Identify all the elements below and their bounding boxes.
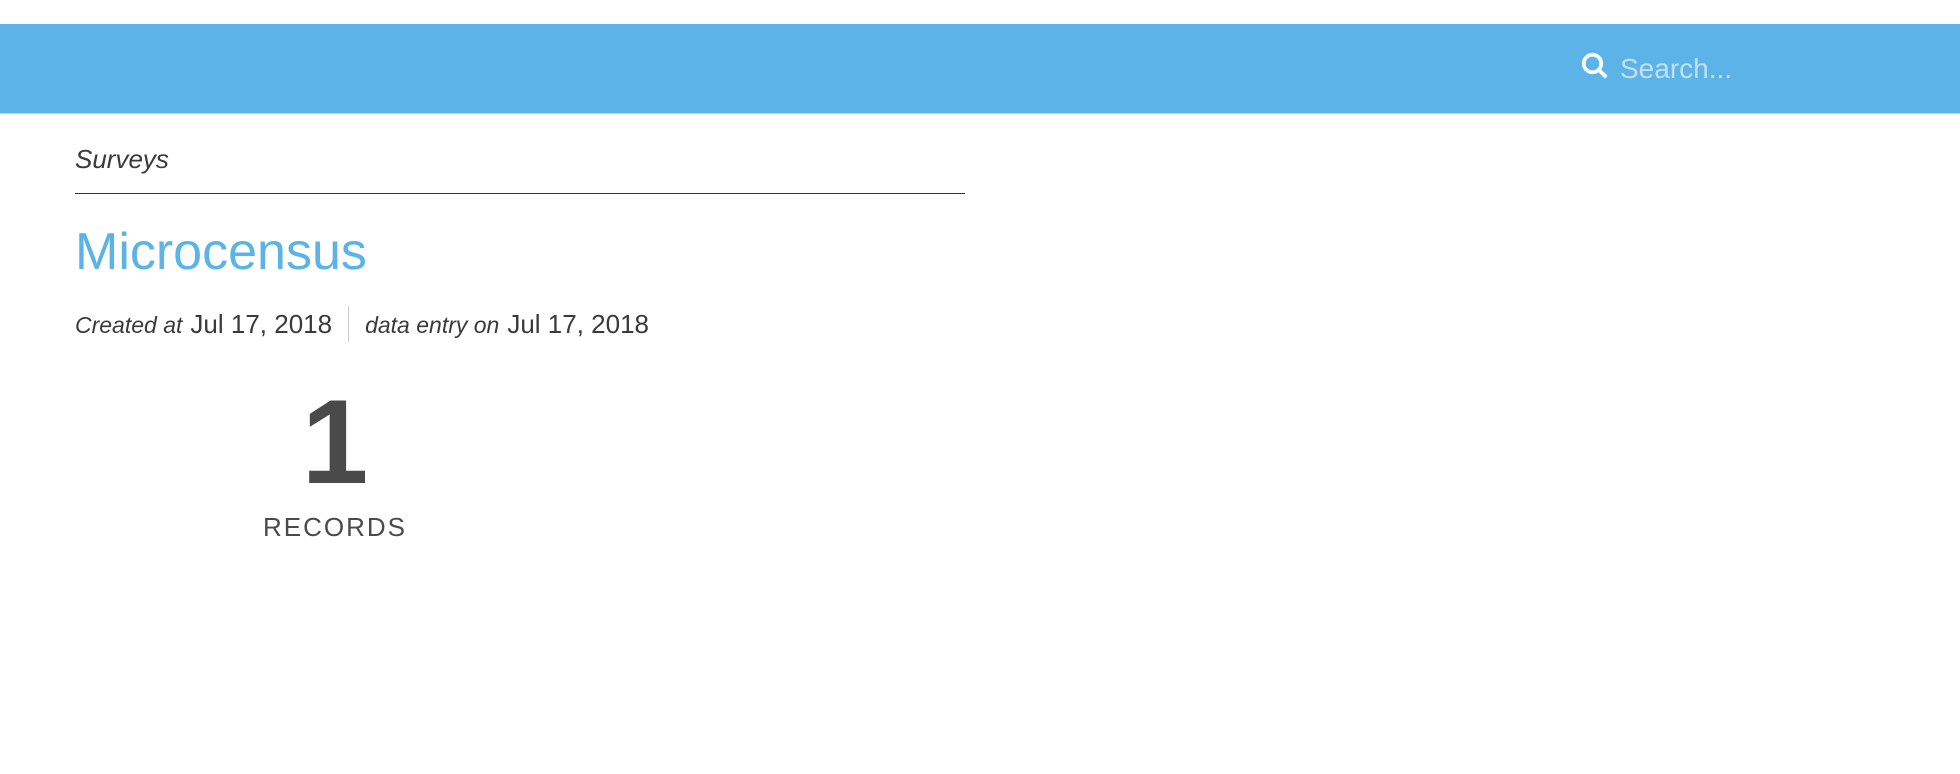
search-container — [1580, 51, 1920, 86]
records-block: 1 RECORDS — [75, 382, 595, 543]
meta-divider — [348, 306, 349, 342]
search-input[interactable] — [1620, 53, 1920, 85]
created-at-item: Created at Jul 17, 2018 — [75, 309, 332, 340]
search-icon — [1580, 51, 1610, 86]
breadcrumb[interactable]: Surveys — [75, 144, 965, 194]
records-label: RECORDS — [75, 512, 595, 543]
records-count: 1 — [75, 382, 595, 502]
data-entry-value: Jul 17, 2018 — [507, 309, 649, 340]
created-at-value: Jul 17, 2018 — [190, 309, 332, 340]
created-at-label: Created at — [75, 312, 182, 339]
page-title[interactable]: Microcensus — [75, 222, 1885, 282]
data-entry-item: data entry on Jul 17, 2018 — [365, 309, 649, 340]
data-entry-label: data entry on — [365, 312, 499, 339]
content: Surveys Microcensus Created at Jul 17, 2… — [0, 114, 1960, 573]
top-bar — [0, 24, 1960, 114]
meta-row: Created at Jul 17, 2018 data entry on Ju… — [75, 306, 1885, 342]
